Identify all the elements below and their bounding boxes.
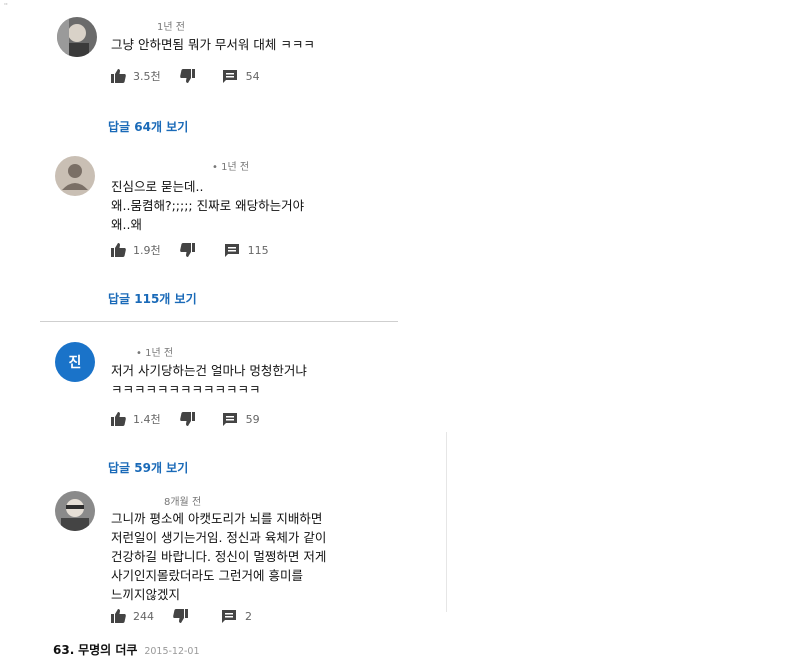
reply-count: 59 <box>245 412 260 426</box>
like-count: 1.4천 <box>133 413 161 426</box>
corner-mark: '' <box>4 2 8 10</box>
comment-line: 저런일이 생기는거임. 정신과 육체가 같이 <box>111 530 327 545</box>
comment-icon <box>222 412 237 426</box>
post-date: 2015-12-01 <box>144 646 200 657</box>
reply-count: 54 <box>245 69 260 83</box>
comment-text: 그니까 평소에 아캣도리가 뇌를 지배하면 저런일이 생기는거임. 정신과 육체… <box>111 509 326 604</box>
comment-divider <box>40 321 398 322</box>
like-button[interactable]: 1.9천 <box>111 242 161 258</box>
avatar[interactable] <box>55 491 95 531</box>
comment-line: 왜..왜 <box>111 217 142 232</box>
author-name[interactable]: 무명의 더쿠 <box>78 643 137 657</box>
next-post-header: 63. 무명의 더쿠 2015-12-01 <box>53 641 200 658</box>
reply-button[interactable]: 115 <box>224 243 269 257</box>
comment-text: 저거 사기당하는건 얼마나 멍청한거냐 ㅋㅋㅋㅋㅋㅋㅋㅋㅋㅋㅋㅋㅋ <box>111 361 307 399</box>
vertical-rule <box>446 432 447 612</box>
like-count: 1.9천 <box>133 244 161 257</box>
reply-button[interactable]: 59 <box>222 412 260 426</box>
dislike-button[interactable] <box>179 69 195 83</box>
comment-icon <box>222 609 236 623</box>
comment-time: 8개월 전 <box>164 497 202 508</box>
comment-line: 왜..뭄켬해?;;;;; 진짜로 왜당하는거야 <box>111 198 305 213</box>
reply-button[interactable]: 54 <box>222 69 260 83</box>
like-count: 3.5천 <box>133 70 161 83</box>
comment-text: 진심으로 묻는데.. 왜..뭄켬해?;;;;; 진짜로 왜당하는거야 왜..왜 <box>111 177 304 234</box>
like-button[interactable]: 1.4천 <box>111 411 161 427</box>
dislike-button[interactable] <box>179 243 195 257</box>
thumbs-down-icon <box>179 412 195 426</box>
like-count: 244 <box>133 609 154 623</box>
comment-actions: 3.5천 54 <box>111 68 260 84</box>
post-number: 63. <box>53 643 75 657</box>
comment-line: 진심으로 묻는데.. <box>111 179 204 194</box>
comment-line: 그냥 안하면됨 뭐가 무서워 대체 ㅋㅋㅋ <box>111 37 315 52</box>
thumbs-up-icon <box>111 609 126 623</box>
comment-icon <box>224 243 239 257</box>
comment-line: 그니까 평소에 아캣도리가 뇌를 지배하면 <box>111 511 323 526</box>
comment-actions: 1.4천 59 <box>111 411 260 427</box>
comment-time: • 1년 전 <box>136 348 174 359</box>
comment-line: 느끼지않겠지 <box>111 587 181 602</box>
comment-text: 그냥 안하면됨 뭐가 무서워 대체 ㅋㅋㅋ <box>111 35 315 54</box>
dislike-button[interactable] <box>173 609 188 623</box>
view-replies-link[interactable]: 답글 115개 보기 <box>108 290 197 307</box>
thumbs-down-icon <box>173 609 188 623</box>
thumbs-up-icon <box>111 69 126 83</box>
comment-line: 건강하길 바랍니다. 정신이 멀쩡하면 저게 <box>111 549 327 564</box>
avatar[interactable] <box>57 17 97 57</box>
comment-line: ㅋㅋㅋㅋㅋㅋㅋㅋㅋㅋㅋㅋㅋ <box>111 382 261 397</box>
thumbs-down-icon <box>179 243 195 257</box>
comment-actions: 1.9천 115 <box>111 242 269 258</box>
comment-time: • 1년 전 <box>212 162 250 173</box>
avatar-initial: 진 <box>68 355 82 371</box>
reply-button[interactable]: 2 <box>222 609 252 623</box>
comment-line: 사기인지몰랐더라도 그런거에 흥미를 <box>111 568 303 583</box>
comment-actions: 244 2 <box>111 609 252 623</box>
like-button[interactable]: 244 <box>111 609 154 623</box>
thumbs-up-icon <box>111 412 126 426</box>
view-replies-link[interactable]: 답글 64개 보기 <box>108 118 188 135</box>
thumbs-up-icon <box>111 243 126 257</box>
like-button[interactable]: 3.5천 <box>111 68 161 84</box>
reply-count: 2 <box>245 609 252 623</box>
reply-count: 115 <box>247 243 269 257</box>
dislike-button[interactable] <box>179 412 195 426</box>
comment-line: 저거 사기당하는건 얼마나 멍청한거냐 <box>111 363 307 378</box>
thumbs-down-icon <box>179 69 195 83</box>
avatar[interactable]: 진 <box>55 342 95 382</box>
avatar[interactable] <box>55 156 95 196</box>
comment-time: 1년 전 <box>157 22 185 33</box>
view-replies-link[interactable]: 답글 59개 보기 <box>108 459 188 476</box>
comment-icon <box>222 69 237 83</box>
